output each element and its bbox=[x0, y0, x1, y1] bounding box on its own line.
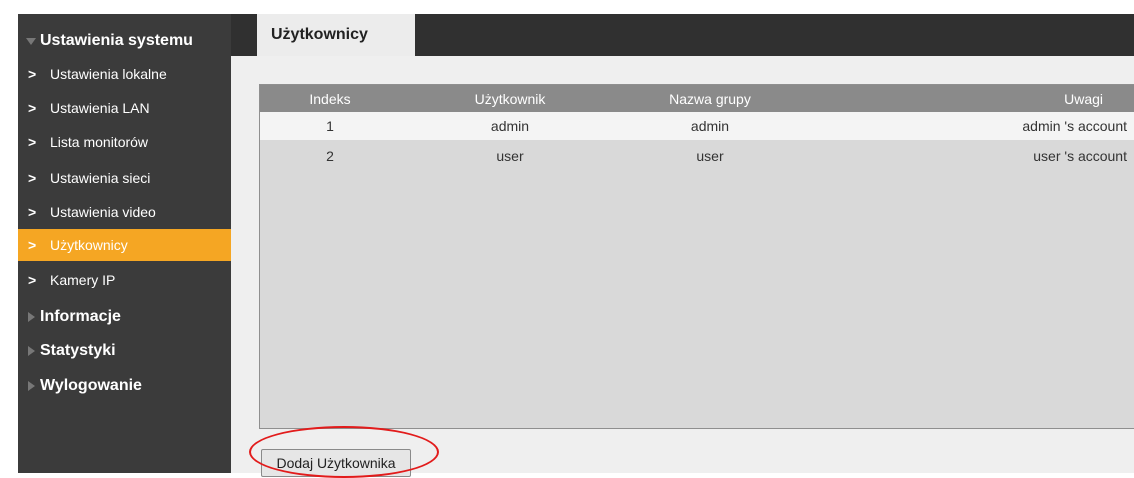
triangle-down-icon bbox=[18, 37, 40, 45]
sidebar-section-system-settings[interactable]: Ustawienia systemu bbox=[18, 26, 231, 56]
sidebar-item-label: Lista monitorów bbox=[50, 134, 149, 150]
main-content: Indeks Użytkownik Nazwa grupy Uwagi 1 ad… bbox=[231, 56, 1134, 478]
triangle-right-icon bbox=[18, 312, 40, 322]
chevron-right-icon: > bbox=[28, 134, 37, 150]
sidebar-item-label: Ustawienia LAN bbox=[50, 100, 150, 116]
top-tab-bar: Użytkownicy bbox=[231, 14, 1134, 56]
chevron-right-icon: > bbox=[28, 237, 37, 253]
sidebar-section-information[interactable]: Informacje bbox=[18, 302, 231, 332]
sidebar-section-logout[interactable]: Wylogowanie bbox=[18, 371, 231, 401]
tab-users[interactable]: Użytkownicy bbox=[257, 14, 415, 56]
cell-user: admin bbox=[490, 118, 530, 134]
table-header: Indeks Użytkownik Nazwa grupy Uwagi bbox=[260, 85, 1134, 112]
users-table: Indeks Użytkownik Nazwa grupy Uwagi 1 ad… bbox=[259, 84, 1134, 429]
column-header-user[interactable]: Użytkownik bbox=[440, 85, 580, 112]
table-row[interactable]: 2 user user user 's account bbox=[260, 142, 1134, 170]
triangle-right-icon bbox=[18, 346, 40, 356]
cell-index: 2 bbox=[326, 148, 334, 164]
column-header-group-name[interactable]: Nazwa grupy bbox=[640, 85, 780, 112]
sidebar-section-label: Ustawienia systemu bbox=[40, 32, 193, 49]
cell-user: user bbox=[496, 148, 524, 164]
sidebar-item-video-settings[interactable]: > Ustawienia video bbox=[18, 196, 231, 228]
sidebar-item-label: Ustawienia video bbox=[50, 204, 156, 220]
table-row[interactable]: 1 admin admin admin 's account bbox=[260, 112, 1134, 140]
column-header-notes[interactable]: Uwagi bbox=[960, 85, 1134, 112]
sidebar: Ustawienia systemu > Ustawienia lokalne … bbox=[18, 14, 231, 473]
sidebar-section-label: Wylogowanie bbox=[40, 377, 142, 394]
sidebar-item-label: Kamery IP bbox=[50, 272, 116, 288]
sidebar-item-ip-cameras[interactable]: > Kamery IP bbox=[18, 264, 231, 296]
sidebar-section-statistics[interactable]: Statystyki bbox=[18, 336, 231, 366]
sidebar-section-label: Statystyki bbox=[40, 342, 116, 359]
sidebar-item-label: Ustawienia lokalne bbox=[50, 66, 167, 82]
chevron-right-icon: > bbox=[28, 66, 37, 82]
sidebar-item-network-settings[interactable]: > Ustawienia sieci bbox=[18, 162, 231, 194]
sidebar-item-local-settings[interactable]: > Ustawienia lokalne bbox=[18, 58, 231, 90]
chevron-right-icon: > bbox=[28, 170, 37, 186]
chevron-right-icon: > bbox=[28, 204, 37, 220]
cell-group-name: user bbox=[696, 148, 724, 164]
cell-index: 1 bbox=[326, 118, 334, 134]
cell-notes: admin 's account bbox=[1022, 118, 1127, 134]
column-header-index[interactable]: Indeks bbox=[295, 85, 365, 112]
sidebar-item-label: Użytkownicy bbox=[50, 237, 128, 253]
sidebar-item-label: Ustawienia sieci bbox=[50, 170, 151, 186]
sidebar-item-lan-settings[interactable]: > Ustawienia LAN bbox=[18, 92, 231, 124]
cell-group-name: admin bbox=[690, 118, 730, 134]
sidebar-item-users[interactable]: > Użytkownicy bbox=[18, 229, 231, 261]
chevron-right-icon: > bbox=[28, 100, 37, 116]
triangle-right-icon bbox=[18, 381, 40, 391]
sidebar-section-label: Informacje bbox=[40, 308, 121, 325]
sidebar-item-monitor-list[interactable]: > Lista monitorów bbox=[18, 126, 231, 158]
cell-notes: user 's account bbox=[1033, 148, 1127, 164]
chevron-right-icon: > bbox=[28, 272, 37, 288]
